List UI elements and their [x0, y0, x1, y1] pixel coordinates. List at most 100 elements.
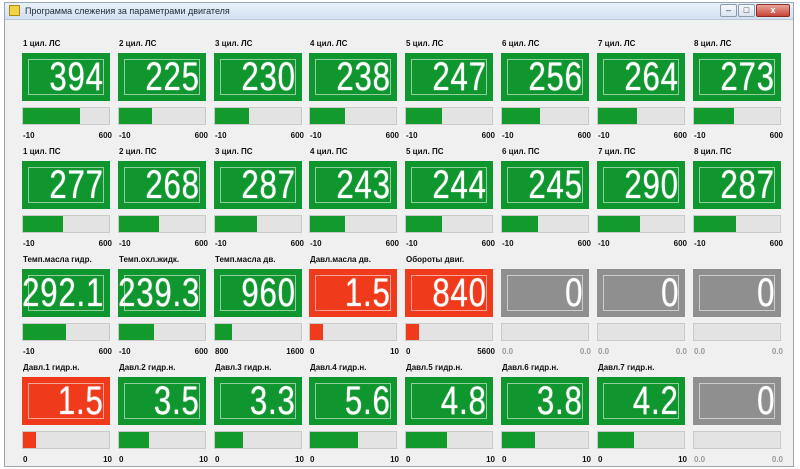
gauge-panel: Давл.масла дв. 1.5 0 10 — [307, 246, 399, 356]
title-bar[interactable]: Программа слежения за параметрами двигат… — [5, 3, 793, 20]
gauge-value: 247 — [432, 55, 487, 99]
gauge-display: 3.3 — [214, 377, 302, 425]
gauge-label: 1 цил. ПС — [23, 147, 61, 156]
gauge-panel: Давл.2 гидр.н. 3.5 0 10 — [116, 354, 208, 464]
scale-min: 0 — [119, 455, 124, 464]
gauge-display: 230 — [214, 53, 302, 101]
maximize-button[interactable]: □ — [738, 4, 755, 17]
gauge-value: 292.1 — [22, 271, 104, 315]
gauge-bar-fill — [215, 216, 258, 232]
gauge-bar-fill — [502, 108, 540, 124]
gauge-label: Темп.масла гидр. — [23, 255, 92, 264]
gauge-value: 273 — [720, 55, 775, 99]
gauge-bar-fill — [694, 216, 737, 232]
gauge-label: Давл.7 гидр.н. — [598, 363, 655, 372]
gauge-label: 3 цил. ЛС — [215, 39, 253, 48]
gauge-value: 3.3 — [250, 379, 296, 423]
gauge-display: 4.8 — [405, 377, 493, 425]
gauge-bar — [597, 323, 685, 341]
scale-min: 0 — [598, 455, 603, 464]
gauge-display: 840 — [405, 269, 493, 317]
gauge-bar-fill — [310, 216, 346, 232]
gauge-value: 1.5 — [58, 379, 104, 423]
gauge-label: 8 цил. ПС — [694, 147, 732, 156]
gauge-bar-fill — [310, 108, 346, 124]
gauge-display: 5.6 — [309, 377, 397, 425]
gauge-label: 2 цил. ЛС — [119, 39, 157, 48]
gauge-bar — [118, 107, 206, 125]
gauge-panel: Давл.7 гидр.н. 4.2 0 10 — [595, 354, 687, 464]
gauge-value: 3.8 — [537, 379, 583, 423]
gauge-bar — [405, 323, 493, 341]
gauge-display: 3.8 — [501, 377, 589, 425]
gauge-bar — [22, 431, 110, 449]
gauge-bar-fill — [119, 108, 152, 124]
gauge-bar — [693, 215, 781, 233]
gauge-panel: Обороты двиг. 840 0 5600 — [403, 246, 495, 356]
gauge-value: 287 — [241, 163, 296, 207]
gauge-panel: 0 0.0 0.0 — [499, 246, 591, 356]
gauge-display: 244 — [405, 161, 493, 209]
gauge-label: Давл.1 гидр.н. — [23, 363, 80, 372]
gauge-bar-fill — [310, 432, 359, 448]
scale-min: 0 — [215, 455, 220, 464]
gauge-bar — [22, 323, 110, 341]
gauge-bar — [597, 107, 685, 125]
gauge-bar — [501, 323, 589, 341]
gauge-value: 245 — [528, 163, 583, 207]
gauge-display: 287 — [693, 161, 781, 209]
gauge-bar — [501, 215, 589, 233]
gauge-panel-grid: 1 цил. ЛС 394 -10 600 2 цил. ЛС 225 -10 600 3 ци… — [5, 20, 793, 466]
minimize-button[interactable]: – — [720, 4, 737, 17]
gauge-bar — [214, 107, 302, 125]
gauge-display: 247 — [405, 53, 493, 101]
gauge-value: 840 — [432, 271, 487, 315]
gauge-bar-fill — [119, 324, 155, 340]
gauge-display: 0 — [693, 269, 781, 317]
gauge-display: 287 — [214, 161, 302, 209]
gauge-bar — [693, 107, 781, 125]
gauge-panel: Темп.масла гидр. 292.1 -10 600 — [20, 246, 112, 356]
gauge-panel: 4 цил. ЛС 238 -10 600 — [307, 30, 399, 140]
gauge-value: 4.8 — [441, 379, 487, 423]
gauge-display: 4.2 — [597, 377, 685, 425]
gauge-value: 0 — [756, 271, 775, 315]
gauge-label: 4 цил. ПС — [310, 147, 348, 156]
gauge-bar-fill — [406, 432, 448, 448]
gauge-bar — [693, 431, 781, 449]
gauge-display: 277 — [22, 161, 110, 209]
gauge-bar — [118, 215, 206, 233]
gauge-label: 3 цил. ПС — [215, 147, 253, 156]
main-window: Программа слежения за параметрами двигат… — [4, 2, 794, 467]
gauge-label: 5 цил. ЛС — [406, 39, 444, 48]
gauge-display: 0 — [693, 377, 781, 425]
gauge-label: 7 цил. ПС — [598, 147, 636, 156]
gauge-display: 239.3 — [118, 269, 206, 317]
gauge-bar-fill — [215, 324, 233, 340]
gauge-value: 5.6 — [345, 379, 391, 423]
gauge-bar — [309, 215, 397, 233]
gauge-value: 960 — [241, 271, 296, 315]
gauge-value: 290 — [624, 163, 679, 207]
gauge-panel: Давл.1 гидр.н. 1.5 0 10 — [20, 354, 112, 464]
gauge-panel: 3 цил. ЛС 230 -10 600 — [212, 30, 304, 140]
gauge-panel: Давл.6 гидр.н. 3.8 0 10 — [499, 354, 591, 464]
gauge-label: Давл.6 гидр.н. — [502, 363, 559, 372]
gauge-bar — [309, 431, 397, 449]
gauge-label: 5 цил. ПС — [406, 147, 444, 156]
gauge-panel: Темп.охл.жидк. 239.3 -10 600 — [116, 246, 208, 356]
close-button[interactable]: x — [756, 4, 790, 17]
gauge-value: 268 — [145, 163, 200, 207]
gauge-bar — [597, 215, 685, 233]
gauge-display: 0 — [501, 269, 589, 317]
gauge-panel: 7 цил. ЛС 264 -10 600 — [595, 30, 687, 140]
app-icon — [9, 5, 20, 16]
gauge-display: 0 — [597, 269, 685, 317]
scale-max: 10 — [295, 455, 304, 464]
scale-max: 10 — [390, 455, 399, 464]
gauge-display: 238 — [309, 53, 397, 101]
gauge-value: 0 — [660, 271, 679, 315]
gauge-value: 277 — [49, 163, 104, 207]
gauge-panel: Темп.масла дв. 960 800 1600 — [212, 246, 304, 356]
gauge-display: 394 — [22, 53, 110, 101]
